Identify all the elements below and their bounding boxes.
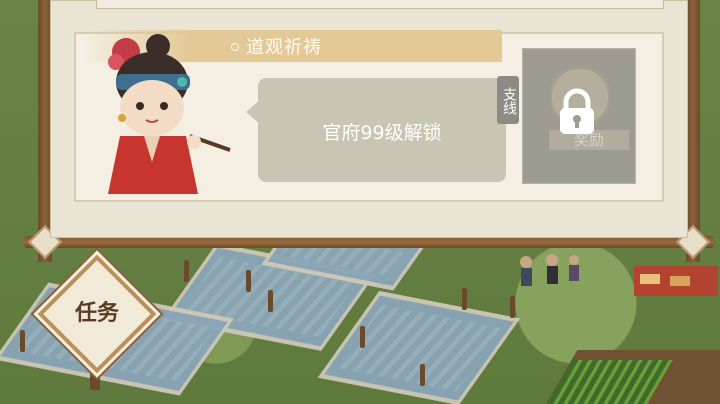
fence-post xyxy=(510,296,515,318)
fence-post xyxy=(462,288,467,310)
side-quest-tag: 支线 xyxy=(497,76,519,124)
fence-post xyxy=(20,330,25,352)
fence-post xyxy=(420,364,425,386)
previous-quest-card-edge xyxy=(96,0,664,9)
fence-post xyxy=(246,270,251,292)
market-stall xyxy=(634,266,718,296)
task-button-label[interactable]: 任务 xyxy=(55,295,139,327)
frame-post-right xyxy=(686,0,700,262)
unlock-message: 官府99级解锁 xyxy=(322,122,442,144)
lock-icon xyxy=(560,88,594,134)
fence-post xyxy=(268,290,273,312)
fence-post xyxy=(360,326,365,348)
quest-title: 道观祈祷 xyxy=(246,37,322,58)
character-portrait xyxy=(108,34,231,194)
fence-post xyxy=(184,260,189,282)
villagers xyxy=(520,254,579,286)
